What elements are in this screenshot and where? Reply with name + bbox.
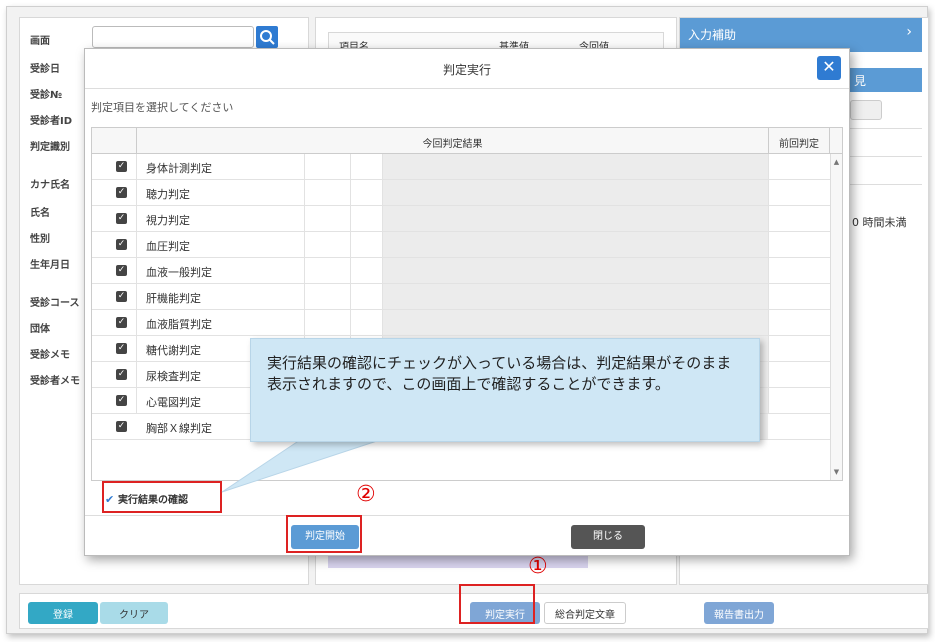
label-name: 氏名 [30,208,50,219]
label-birthdate: 生年月日 [30,260,70,271]
summary-text-button[interactable]: 総合判定文章 [544,602,626,624]
row-checkbox[interactable]: ✓ [116,239,127,250]
results-scrollbar[interactable] [328,556,588,568]
row-label: 視力判定 [146,214,190,227]
row-checkbox[interactable]: ✓ [116,187,127,198]
report-output-button[interactable]: 報告書出力 [704,602,774,624]
row-label: 肝機能判定 [146,292,201,305]
callout-note: 実行結果の確認にチェックが入っている場合は、判定結果がそのまま表示されますので、… [250,338,760,442]
close-dialog-button[interactable]: 閉じる [571,525,645,549]
label-sex: 性別 [30,234,50,245]
row-checkbox[interactable]: ✓ [116,395,127,406]
label-visit-no: 受診№ [30,90,63,101]
row-checkbox[interactable]: ✓ [116,213,127,224]
close-icon[interactable]: ✕ [817,56,841,80]
row-label: 胸部Ｘ線判定 [146,422,212,435]
table-row[interactable]: ✓ 聴力判定 [92,180,830,206]
assist-header[interactable]: 入力補助 › [680,18,922,52]
highlight-execute [459,584,535,624]
grid-header: 今回判定結果 前回判定 [92,128,842,154]
row-label: 血圧判定 [146,240,190,253]
row-label: 聴力判定 [146,188,190,201]
label-visit-date: 受診日 [30,64,60,75]
dialog-title: 判定実行 [85,49,849,89]
table-row[interactable]: ✓ 肝機能判定 [92,284,830,310]
divider [85,515,849,516]
row-label: 尿検査判定 [146,370,201,383]
label-patient-id: 受診者ID [30,116,73,127]
label-visit-memo: 受診メモ [30,350,70,361]
marker-two: ② [356,482,376,507]
chevron-right-icon: › [906,24,912,40]
search-input[interactable] [92,26,254,48]
highlight-start-button [286,515,362,553]
row-label: 血液一般判定 [146,266,212,279]
col-current-result: 今回判定結果 [136,128,768,154]
assist-title: 入力補助 [688,28,737,42]
divider [850,128,922,129]
label-patient-memo: 受診者メモ [30,376,80,387]
divider [850,184,922,185]
row-label: 心電図判定 [146,396,201,409]
label-judgement-type: 判定識別 [30,142,70,153]
row-checkbox[interactable]: ✓ [116,291,127,302]
row-checkbox[interactable]: ✓ [116,369,127,380]
clear-button[interactable]: クリア [100,602,168,624]
row-checkbox[interactable]: ✓ [116,317,127,328]
search-icon [260,30,275,45]
search-button[interactable] [256,26,278,48]
judgement-dialog: 判定実行 ✕ 判定項目を選択してください 今回判定結果 前回判定 ✓ 身体計測判定… [84,48,850,556]
table-row[interactable]: ✓ 血液脂質判定 [92,310,830,336]
label-kana-name: カナ氏名 [30,180,70,191]
row-label: 血液脂質判定 [146,318,212,331]
callout-text: 実行結果の確認にチェックが入っている場合は、判定結果がそのまま表示されますので、… [267,354,732,393]
table-row[interactable]: ✓ 血圧判定 [92,232,830,258]
row-label: 糖代謝判定 [146,344,201,357]
divider [850,156,922,157]
assist-subheader: 見 [850,68,922,92]
row-checkbox[interactable]: ✓ [116,161,127,172]
grid-scrollbar[interactable]: ▲ ▼ [830,154,842,480]
scroll-up-icon[interactable]: ▲ [831,158,842,166]
label-group: 団体 [30,324,50,335]
table-row[interactable]: ✓ 視力判定 [92,206,830,232]
row-label: 身体計測判定 [146,162,212,175]
row-checkbox[interactable]: ✓ [116,265,127,276]
table-row[interactable]: ✓ 身体計測判定 [92,154,830,180]
label-screen: 画面 [30,36,50,47]
dialog-instruction: 判定項目を選択してください [91,101,234,114]
row-checkbox[interactable]: ✓ [116,421,127,432]
marker-one: ① [528,554,548,579]
assist-input[interactable] [850,100,882,120]
register-button[interactable]: 登録 [28,602,98,624]
col-previous-result: 前回判定 [768,128,830,154]
row-checkbox[interactable]: ✓ [116,343,127,354]
scroll-down-icon[interactable]: ▼ [831,468,842,476]
label-course: 受診コース [30,298,80,309]
highlight-confirm-checkbox [102,481,222,513]
table-row[interactable]: ✓ 血液一般判定 [92,258,830,284]
assist-text: 0 時間未満 [852,216,907,229]
